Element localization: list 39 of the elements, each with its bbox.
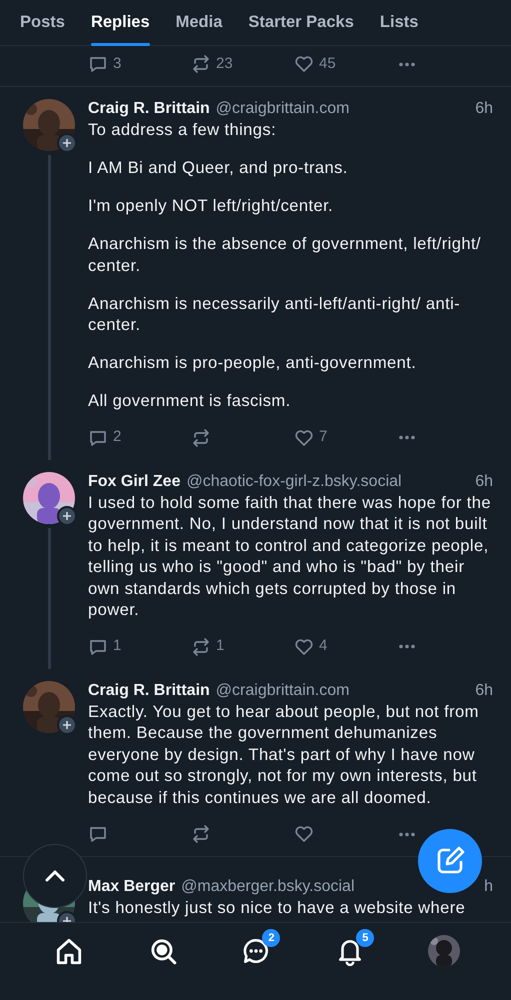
author-name[interactable]: Craig R. Brittain [88, 99, 210, 119]
author-handle[interactable]: @maxberger.bsky.social [181, 877, 354, 897]
profile-tab[interactable]: Starter Packs [248, 0, 354, 46]
reply-button[interactable]: 3 [88, 52, 122, 76]
author-handle[interactable]: @craigbrittain.com [216, 680, 350, 700]
post-text: It's honestly just so nice to have a website where [88, 897, 466, 918]
notification-badge: 5 [356, 929, 374, 947]
post-text: I used to hold some faith that there was hope for the government. No, I understand now that it is not built to help, it is meant to control and categorize people, telling us who is "good" and who is "bad" by their own standards which gets corrupted by those in power. [88, 492, 492, 620]
profile-tab[interactable]: Lists [380, 0, 418, 46]
repost-button[interactable]: 23 [191, 52, 233, 76]
post-time: 6h [475, 99, 493, 119]
like-button[interactable]: 4 [294, 635, 328, 658]
like-button[interactable]: 45 [294, 52, 336, 76]
post-text: To address a few things: [88, 119, 278, 140]
post-text: Exactly. You get to hear about people, but not from them. Because the government dehumanizes everyone by design. That's part of why I have now come out so strongly, not for my own interests, but because if this continues we are all doomed. [88, 700, 480, 808]
post-time: 6h [475, 472, 493, 492]
notification-badge: 2 [262, 929, 280, 947]
reply-button[interactable]: 2 [88, 426, 122, 449]
author-name[interactable]: Craig R. Brittain [88, 680, 210, 700]
author-handle[interactable]: @chaotic-fox-girl-z.bsky.social [186, 472, 402, 492]
nav-button[interactable]: 5 [328, 923, 372, 979]
post-time: 6h [475, 680, 493, 700]
reply-button[interactable]: 1 [88, 635, 122, 658]
repost-button[interactable]: 1 [191, 635, 224, 658]
post-text: I AM Bi and Queer, and pro-trans. [88, 157, 349, 178]
post-text: Anarchism is the absence of government, left/right/ center. [88, 233, 482, 276]
profile-tab[interactable]: Media [176, 0, 222, 46]
author-handle[interactable]: @craigbrittain.com [216, 99, 350, 119]
author-name[interactable]: Max Berger [88, 877, 176, 897]
post-text: Anarchism is necessarily anti-left/anti-right/ anti-center. [88, 292, 462, 336]
post-text: All government is fascism. [88, 390, 292, 412]
nav-button[interactable]: 2 [234, 923, 278, 979]
author-name[interactable]: Fox Girl Zee [88, 472, 180, 492]
post-time: h [484, 877, 493, 897]
like-button[interactable]: 7 [294, 426, 328, 449]
profile-tab[interactable]: Replies [90, 0, 150, 46]
post-text: Anarchism is pro-people, anti-government. [88, 352, 418, 374]
post-text: I'm openly NOT left/right/center. [88, 195, 334, 216]
profile-tab[interactable]: Posts [20, 0, 65, 46]
